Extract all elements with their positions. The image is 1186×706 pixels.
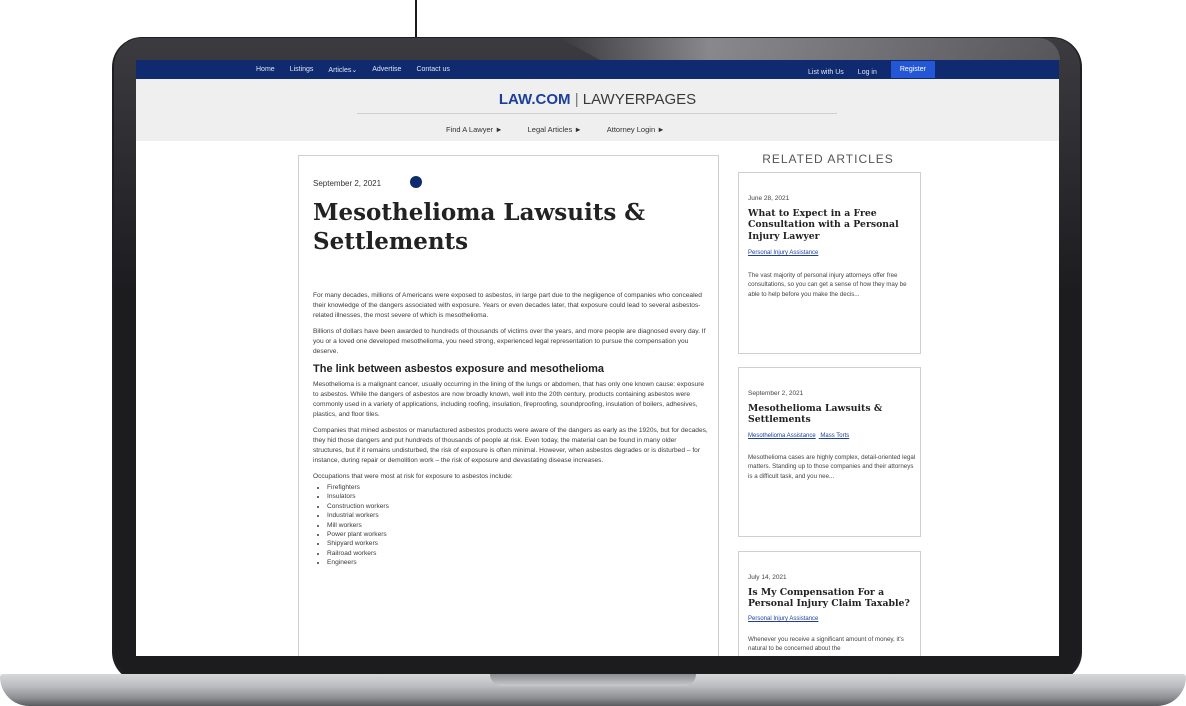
list-item: Railroad workers xyxy=(327,549,709,558)
tag-link[interactable]: Mass Torts xyxy=(820,433,849,439)
nav-home[interactable]: Home xyxy=(256,66,275,74)
top-navigation: Home Listings Articles⌄ Advertise Contac… xyxy=(136,60,1059,79)
list-with-us-link[interactable]: List with Us xyxy=(808,69,844,76)
article-paragraph: Occupations that were most at risk for e… xyxy=(313,473,513,480)
laptop-notch xyxy=(490,674,696,686)
article-date: September 2, 2021 xyxy=(313,179,382,188)
article-paragraph: Companies that mined asbestos or manufac… xyxy=(313,427,708,464)
list-item: Mill workers xyxy=(327,521,709,530)
related-articles-heading: RELATED ARTICLES xyxy=(762,152,894,166)
related-excerpt: Mesothelioma cases are highly complex, d… xyxy=(748,454,916,480)
login-link[interactable]: Log in xyxy=(858,69,877,76)
brand-header: LAW.COM | LAWYERPAGES Find A Lawyer ► Le… xyxy=(136,79,1059,141)
register-button[interactable]: Register xyxy=(890,61,935,78)
related-article-card[interactable]: July 14, 2021 Is My Compensation For a P… xyxy=(738,551,921,656)
related-date: June 28, 2021 xyxy=(748,195,790,202)
article-body: For many decades, millions of Americans … xyxy=(313,291,709,568)
article-subheading: The link between asbestos exposure and m… xyxy=(313,363,604,375)
list-item: Construction workers xyxy=(327,502,709,511)
related-title[interactable]: Is My Compensation For a Personal Injury… xyxy=(748,587,916,610)
nav-listings[interactable]: Listings xyxy=(290,66,314,74)
list-item: Industrial workers xyxy=(327,511,709,520)
legal-articles-link[interactable]: Legal Articles ► xyxy=(528,125,582,134)
nav-articles[interactable]: Articles⌄ xyxy=(328,66,357,74)
sub-navigation: Find A Lawyer ► Legal Articles ► Attorne… xyxy=(446,125,665,134)
list-item: Power plant workers xyxy=(327,530,709,539)
logo-separator: | xyxy=(570,91,583,108)
browser-screen: Home Listings Articles⌄ Advertise Contac… xyxy=(136,60,1059,656)
header-divider xyxy=(357,113,837,114)
tag-link[interactable]: Personal Injury Assistance xyxy=(748,616,818,622)
article-paragraph: Mesothelioma is a malignant cancer, usua… xyxy=(313,381,705,418)
related-title[interactable]: What to Expect in a Free Consultation wi… xyxy=(748,208,916,242)
list-item: Engineers xyxy=(327,558,709,567)
screen-glare xyxy=(560,38,1060,60)
occupation-list: Firefighters Insulators Construction wor… xyxy=(313,483,709,568)
nav-contact[interactable]: Contact us xyxy=(416,66,449,74)
related-tags: Personal Injury Assistance xyxy=(748,250,821,256)
related-date: July 14, 2021 xyxy=(748,574,787,581)
tag-link[interactable]: Personal Injury Assistance xyxy=(748,250,818,256)
list-item: Firefighters xyxy=(327,483,709,492)
callout-dot xyxy=(410,176,422,188)
article-card: September 2, 2021 Mesothelioma Lawsuits … xyxy=(298,155,719,656)
article-paragraph: Billions of dollars have been awarded to… xyxy=(313,328,706,355)
related-tags: Mesothelioma Assistance Mass Torts xyxy=(748,433,852,439)
site-logo[interactable]: LAW.COM | LAWYERPAGES xyxy=(136,91,1059,108)
logo-lawyerpages: LAWYERPAGES xyxy=(582,91,697,108)
article-title: Mesothelioma Lawsuits & Settlements xyxy=(313,199,646,255)
related-excerpt: Whenever you receive a significant amoun… xyxy=(748,636,904,653)
article-paragraph: For many decades, millions of Americans … xyxy=(313,292,702,319)
tag-link[interactable]: Mesothelioma Assistance xyxy=(748,433,816,439)
related-article-card[interactable]: September 2, 2021 Mesothelioma Lawsuits … xyxy=(738,367,921,537)
list-item: Shipyard workers xyxy=(327,539,709,548)
logo-law: LAW.COM xyxy=(498,91,571,108)
attorney-login-link[interactable]: Attorney Login ► xyxy=(607,125,665,134)
related-title[interactable]: Mesothelioma Lawsuits & Settlements xyxy=(748,403,916,426)
related-tags: Personal Injury Assistance xyxy=(748,616,821,622)
related-excerpt: The vast majority of personal injury att… xyxy=(748,272,907,298)
related-date: September 2, 2021 xyxy=(748,390,804,397)
related-article-card[interactable]: June 28, 2021 What to Expect in a Free C… xyxy=(738,172,921,354)
list-item: Insulators xyxy=(327,492,709,501)
nav-advertise[interactable]: Advertise xyxy=(372,66,401,74)
find-lawyer-link[interactable]: Find A Lawyer ► xyxy=(446,125,503,134)
